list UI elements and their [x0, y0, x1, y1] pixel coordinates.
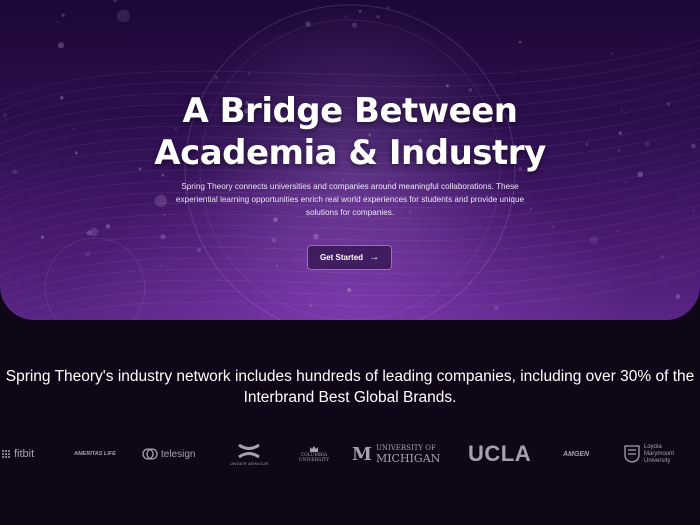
- michigan-logo-text: UNIVERSITY OF MICHIGAN: [376, 444, 440, 464]
- michigan-logo-bottom: MICHIGAN: [375, 452, 441, 465]
- michigan-logo-top: UNIVERSITY OF: [375, 444, 436, 452]
- hero-section: A Bridge Between Academia & Industry Spr…: [0, 0, 700, 320]
- telesign-logo-text: telesign: [161, 448, 196, 460]
- telesign-wave-icon: [142, 448, 158, 460]
- fitbit-logo: fitbit: [2, 438, 34, 470]
- network-statement: Spring Theory's industry network include…: [5, 368, 695, 406]
- get-started-label: Get Started: [319, 253, 364, 262]
- under-armour-emblem-icon: [238, 443, 261, 458]
- hero-title-line-2: Academia & Industry: [154, 133, 546, 173]
- partner-logos: fitbit AMERITAS LIFE telesign UNDER ARMO…: [0, 438, 700, 470]
- michigan-logo: M UNIVERSITY OF MICHIGAN: [352, 438, 440, 470]
- lmu-shield-icon: [624, 445, 640, 463]
- ucla-logo: UCLA: [468, 438, 531, 470]
- amgen-logo: AMGEN: [563, 438, 589, 470]
- hero-title: A Bridge Between Academia & Industry: [0, 90, 700, 174]
- block-m-icon: M: [352, 443, 372, 465]
- ameritas-logo-text: AMERITAS LIFE: [74, 451, 116, 457]
- columbia-logo: COLUMBIA UNIVERSITY: [298, 438, 330, 470]
- fitbit-dots-icon: [2, 450, 10, 458]
- ucla-logo-text: UCLA: [468, 441, 532, 466]
- fitbit-logo-text: fitbit: [14, 448, 35, 460]
- under-armour-logo-text: UNDER ARMOUR: [230, 460, 269, 466]
- amgen-logo-text: AMGEN: [563, 450, 590, 458]
- crown-icon: [310, 446, 318, 452]
- columbia-logo-text: COLUMBIA UNIVERSITY: [298, 453, 330, 463]
- under-armour-logo: UNDER ARMOUR: [230, 438, 269, 470]
- telesign-logo: telesign: [142, 438, 195, 470]
- lmu-logo-text: Loyola Marymount University: [644, 443, 675, 464]
- get-started-button[interactable]: Get Started →: [307, 245, 392, 270]
- arrow-right-icon: →: [369, 251, 380, 263]
- hero-description: Spring Theory connects universities and …: [175, 182, 525, 217]
- ameritas-logo: AMERITAS LIFE: [74, 438, 116, 470]
- hero-title-line-1: A Bridge Between: [182, 91, 518, 131]
- lmu-logo: Loyola Marymount University: [624, 438, 684, 470]
